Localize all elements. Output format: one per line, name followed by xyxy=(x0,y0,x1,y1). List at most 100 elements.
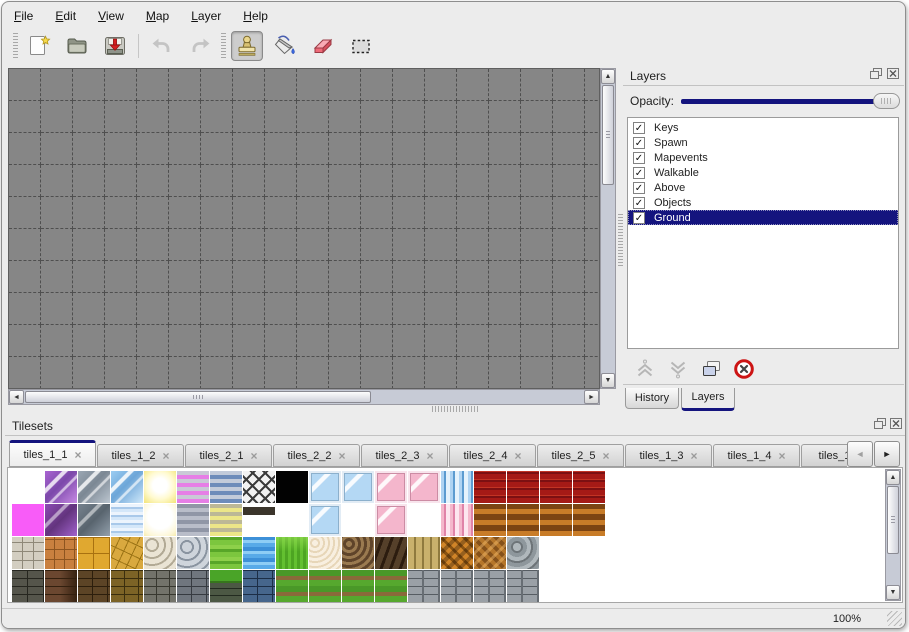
tile-black[interactable] xyxy=(276,471,308,503)
grid-cell[interactable] xyxy=(9,101,41,133)
grid-cell[interactable] xyxy=(105,133,137,165)
grid-cell[interactable] xyxy=(585,357,600,389)
grid-cell[interactable] xyxy=(425,69,457,101)
tile-pavement[interactable] xyxy=(474,570,506,602)
grid-cell[interactable] xyxy=(9,357,41,389)
grid-cell[interactable] xyxy=(201,229,233,261)
grid-cell[interactable] xyxy=(265,165,297,197)
grid-cell[interactable] xyxy=(489,261,521,293)
grid-cell[interactable] xyxy=(265,357,297,389)
grid-cell[interactable] xyxy=(105,165,137,197)
tileset-tab-tiles_1_2[interactable]: tiles_1_2× xyxy=(97,444,184,467)
save-button[interactable] xyxy=(99,31,131,61)
grid-cell[interactable] xyxy=(361,357,393,389)
grid-cell[interactable] xyxy=(521,261,553,293)
grid-cell[interactable] xyxy=(137,69,169,101)
scroll-up-button[interactable]: ▲ xyxy=(886,470,900,485)
grid-cell[interactable] xyxy=(457,197,489,229)
grid-cell[interactable] xyxy=(457,325,489,357)
tile-water-light[interactable] xyxy=(111,504,143,536)
grid-cell[interactable] xyxy=(425,165,457,197)
grid-cell[interactable] xyxy=(297,325,329,357)
tile-dirt-rock[interactable] xyxy=(342,537,374,569)
toolbar-grip[interactable] xyxy=(13,33,18,59)
grid-cell[interactable] xyxy=(41,357,73,389)
tile-carpet-red[interactable] xyxy=(507,471,539,503)
grid-cell[interactable] xyxy=(169,165,201,197)
scrollbar-thumb[interactable] xyxy=(887,486,899,554)
grid-cell[interactable] xyxy=(425,101,457,133)
grid-cell[interactable] xyxy=(137,197,169,229)
grid-cell[interactable] xyxy=(265,325,297,357)
layer-row-walkable[interactable]: ✓Walkable xyxy=(628,165,898,180)
grid-cell[interactable] xyxy=(521,165,553,197)
tile-pavement[interactable] xyxy=(507,570,539,602)
grid-cell[interactable] xyxy=(425,133,457,165)
menu-layer[interactable]: Layer xyxy=(189,8,223,26)
grid-cell[interactable] xyxy=(521,229,553,261)
grid-cell[interactable] xyxy=(201,165,233,197)
tile-pane-blue[interactable] xyxy=(342,471,374,503)
scroll-down-button[interactable]: ▼ xyxy=(601,373,615,388)
grid-cell[interactable] xyxy=(73,293,105,325)
tile-stripes-blue[interactable] xyxy=(210,471,242,503)
grid-cell[interactable] xyxy=(73,229,105,261)
grid-cell[interactable] xyxy=(361,69,393,101)
grid-cell[interactable] xyxy=(9,133,41,165)
tile-pane-blue[interactable] xyxy=(309,504,341,536)
grid-cell[interactable] xyxy=(553,229,585,261)
grid-cell[interactable] xyxy=(265,293,297,325)
scrollbar-thumb[interactable] xyxy=(25,391,371,403)
scroll-down-button[interactable]: ▼ xyxy=(886,585,900,600)
grid-cell[interactable] xyxy=(297,133,329,165)
tile-wall-gold[interactable] xyxy=(111,570,143,602)
grid-cell[interactable] xyxy=(585,69,600,101)
grid-cell[interactable] xyxy=(265,197,297,229)
grid-cell[interactable] xyxy=(137,325,169,357)
layer-row-objects[interactable]: ✓Objects xyxy=(628,195,898,210)
layer-visibility-checkbox[interactable]: ✓ xyxy=(633,167,645,179)
grid-cell[interactable] xyxy=(489,69,521,101)
tab-close-icon[interactable]: × xyxy=(251,450,258,462)
tile-plank-vert[interactable] xyxy=(408,537,440,569)
tile-wood-stripes[interactable] xyxy=(474,504,506,536)
grid-cell[interactable] xyxy=(265,69,297,101)
grid-cell[interactable] xyxy=(553,357,585,389)
rect-select-tool-button[interactable] xyxy=(345,31,377,61)
grid-cell[interactable] xyxy=(169,69,201,101)
grid-cell[interactable] xyxy=(137,229,169,261)
grid-cell[interactable] xyxy=(201,357,233,389)
grid-cell[interactable] xyxy=(393,229,425,261)
grid-cell[interactable] xyxy=(41,325,73,357)
grid-cell[interactable] xyxy=(361,165,393,197)
close-dock-button[interactable] xyxy=(885,68,901,83)
grid-cell[interactable] xyxy=(521,293,553,325)
grid-cell[interactable] xyxy=(585,197,600,229)
grid-cell[interactable] xyxy=(425,325,457,357)
close-dock-button[interactable] xyxy=(888,418,904,433)
grid-cell[interactable] xyxy=(137,133,169,165)
grid-cell[interactable] xyxy=(233,229,265,261)
tile-wall-blue[interactable] xyxy=(243,570,275,602)
tile-carpet-red[interactable] xyxy=(540,471,572,503)
grid-cell[interactable] xyxy=(73,325,105,357)
grid-cell[interactable] xyxy=(585,165,600,197)
tile-lattice[interactable] xyxy=(243,471,275,503)
grid-cell[interactable] xyxy=(41,101,73,133)
tile-empty[interactable] xyxy=(540,570,572,602)
delete-layer-button[interactable] xyxy=(732,357,756,381)
grid-cell[interactable] xyxy=(553,261,585,293)
grid-cell[interactable] xyxy=(169,229,201,261)
grid-cell[interactable] xyxy=(233,325,265,357)
grid-cell[interactable] xyxy=(73,133,105,165)
grid-cell[interactable] xyxy=(585,325,600,357)
layer-visibility-checkbox[interactable]: ✓ xyxy=(633,122,645,134)
grid-cell[interactable] xyxy=(489,101,521,133)
grid-cell[interactable] xyxy=(297,261,329,293)
tile-logs[interactable] xyxy=(507,537,539,569)
grid-cell[interactable] xyxy=(329,69,361,101)
layer-visibility-checkbox[interactable]: ✓ xyxy=(633,152,645,164)
grid-cell[interactable] xyxy=(393,101,425,133)
grid-cell[interactable] xyxy=(329,293,361,325)
tile-wall-grass[interactable] xyxy=(210,570,242,602)
